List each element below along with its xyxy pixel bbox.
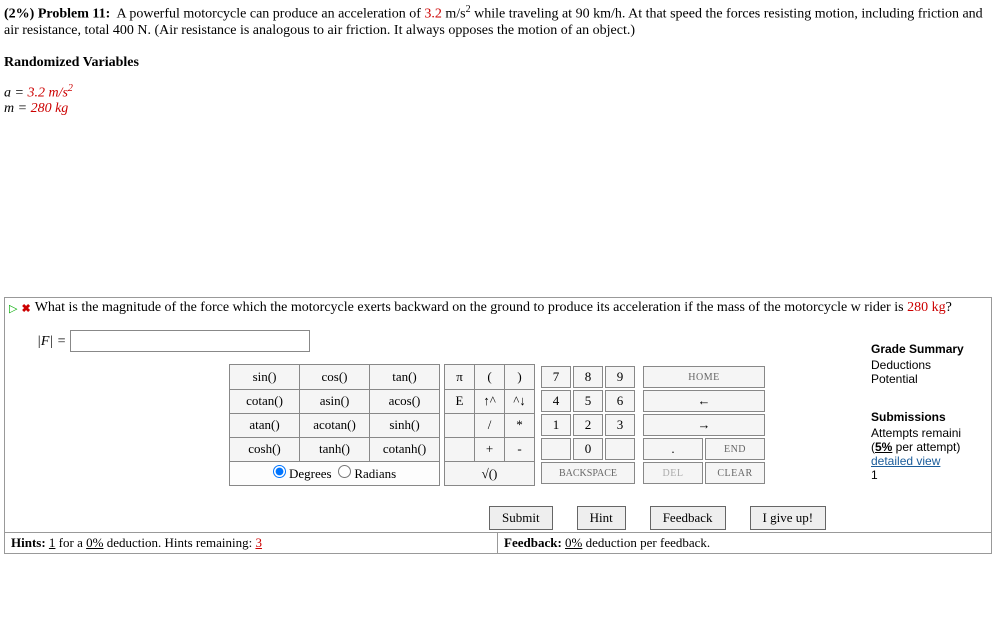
accel-value: 3.2 <box>424 7 442 22</box>
rand-vars-title: Randomized Variables <box>4 55 992 71</box>
play-icon[interactable]: ▷ <box>9 302 17 315</box>
symbol-keys: π() E↑^^↓ /* +- √() <box>444 364 535 486</box>
problem-header: (2%) Problem 11: A powerful motorcycle c… <box>4 4 992 39</box>
key-end[interactable]: END <box>705 438 765 460</box>
feedback-footer: Feedback: 0% deduction per feedback. <box>498 533 991 553</box>
answer-row: |F| = <box>37 330 987 352</box>
key-backspace[interactable]: BACKSPACE <box>541 462 635 484</box>
key-5[interactable]: 5 <box>573 390 603 412</box>
key-sinh[interactable]: sinh() <box>370 413 440 437</box>
angle-mode[interactable]: Degrees Radians <box>230 462 440 486</box>
key-supdown[interactable]: ^↓ <box>505 389 535 413</box>
key-home[interactable]: HOME <box>643 366 765 388</box>
key-cosh[interactable]: cosh() <box>230 437 300 461</box>
key-0[interactable]: 0 <box>573 438 603 460</box>
key-acos[interactable]: acos() <box>370 389 440 413</box>
num-keys: 789 456 123 0 BACKSPACE <box>539 364 637 486</box>
submit-button[interactable]: Submit <box>489 506 553 530</box>
key-atan[interactable]: atan() <box>230 413 300 437</box>
radians-radio[interactable] <box>338 465 351 478</box>
key-6[interactable]: 6 <box>605 390 635 412</box>
giveup-button[interactable]: I give up! <box>750 506 827 530</box>
answer-input[interactable] <box>70 330 310 352</box>
key-tan[interactable]: tan() <box>370 365 440 389</box>
key-minus[interactable]: - <box>505 437 535 461</box>
footer-bar: Hints: 1 for a 0% deduction. Hints remai… <box>4 533 992 554</box>
key-blank3 <box>541 438 571 460</box>
answer-label: |F| = <box>37 334 70 349</box>
key-clear[interactable]: CLEAR <box>705 462 765 484</box>
key-blank4 <box>605 438 635 460</box>
key-cotanh[interactable]: cotanh() <box>370 437 440 461</box>
attempts-remaining: Attempts remaini <box>871 426 991 440</box>
deductions-label: Deductions <box>871 358 991 372</box>
hints-footer: Hints: 1 for a 0% deduction. Hints remai… <box>5 533 498 553</box>
key-cos[interactable]: cos() <box>300 365 370 389</box>
key-blank2 <box>445 437 475 461</box>
potential-label: Potential <box>871 372 991 386</box>
key-tanh[interactable]: tanh() <box>300 437 370 461</box>
key-3[interactable]: 3 <box>605 414 635 436</box>
question-panel: ▷ ✖ What is the magnitude of the force w… <box>4 297 992 533</box>
key-1[interactable]: 1 <box>541 414 571 436</box>
key-asin[interactable]: asin() <box>300 389 370 413</box>
key-plus[interactable]: + <box>475 437 505 461</box>
key-acotan[interactable]: acotan() <box>300 413 370 437</box>
grade-summary-panel: Grade Summary Deductions Potential Submi… <box>871 342 991 482</box>
key-pi[interactable]: π <box>445 365 475 389</box>
key-9[interactable]: 9 <box>605 366 635 388</box>
submission-count: 1 <box>871 468 991 482</box>
keypad: sin()cos()tan() cotan()asin()acos() atan… <box>229 364 826 530</box>
key-blank1 <box>445 413 475 437</box>
key-right[interactable]: → <box>643 414 765 436</box>
key-4[interactable]: 4 <box>541 390 571 412</box>
hint-button[interactable]: Hint <box>577 506 626 530</box>
key-div[interactable]: / <box>475 413 505 437</box>
key-del[interactable]: DEL <box>643 462 703 484</box>
problem-weight: (2%) Problem 11: <box>4 7 110 22</box>
submissions-title: Submissions <box>871 410 991 424</box>
key-cotan[interactable]: cotan() <box>230 389 300 413</box>
key-8[interactable]: 8 <box>573 366 603 388</box>
ctrl-keys: HOME ← → .END DELCLEAR <box>641 364 767 486</box>
feedback-button[interactable]: Feedback <box>650 506 726 530</box>
question-text: What is the magnitude of the force which… <box>35 300 952 316</box>
detailed-view-link[interactable]: detailed view <box>871 454 940 468</box>
key-rparen[interactable]: ) <box>505 365 535 389</box>
degrees-radio[interactable] <box>273 465 286 478</box>
key-sin[interactable]: sin() <box>230 365 300 389</box>
key-left[interactable]: ← <box>643 390 765 412</box>
key-e[interactable]: E <box>445 389 475 413</box>
key-dot[interactable]: . <box>643 438 703 460</box>
key-2[interactable]: 2 <box>573 414 603 436</box>
action-buttons: Submit Hint Feedback I give up! <box>489 506 826 530</box>
key-supup[interactable]: ↑^ <box>475 389 505 413</box>
grade-summary-title: Grade Summary <box>871 342 991 356</box>
key-lparen[interactable]: ( <box>475 365 505 389</box>
key-mul[interactable]: * <box>505 413 535 437</box>
rand-vars: a = 3.2 m/s2 m = 280 kg <box>4 83 992 118</box>
key-7[interactable]: 7 <box>541 366 571 388</box>
key-sqrt[interactable]: √() <box>445 462 535 486</box>
func-keys: sin()cos()tan() cotan()asin()acos() atan… <box>229 364 440 486</box>
close-icon[interactable]: ✖ <box>21 302 30 315</box>
